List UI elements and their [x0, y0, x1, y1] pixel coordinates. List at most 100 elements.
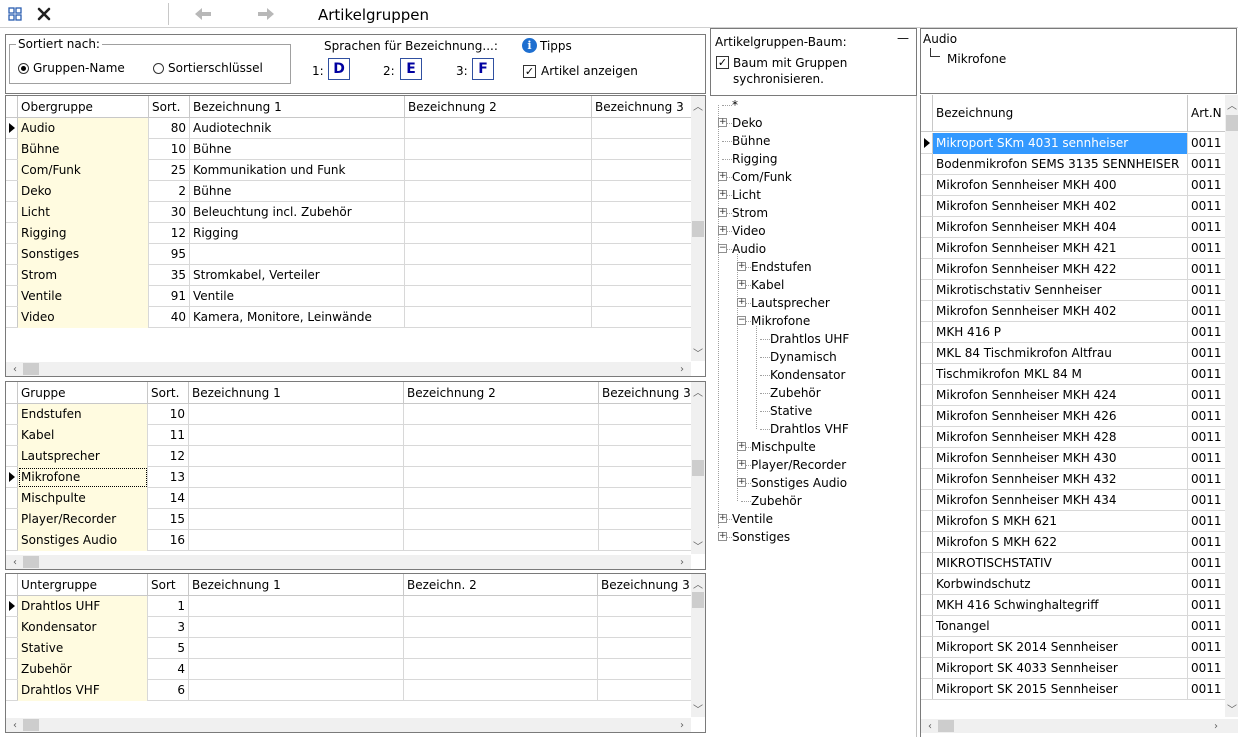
- tree-node[interactable]: Lautsprecher: [751, 294, 830, 312]
- table-cell[interactable]: Kondensator: [18, 617, 148, 638]
- list-item[interactable]: Mikroport SK 2015 Sennheiser 0011: [921, 679, 1225, 700]
- table-cell[interactable]: 95: [149, 244, 190, 265]
- tree-node[interactable]: Sonstiges Audio: [751, 474, 847, 492]
- table-cell[interactable]: [405, 307, 592, 328]
- table-cell[interactable]: Video: [18, 307, 149, 328]
- table-cell[interactable]: Bühne: [18, 139, 149, 160]
- list-item[interactable]: Bodenmikrofon SEMS 3135 SENNHEISER 0011: [921, 154, 1225, 175]
- column-header[interactable]: Bezeichnung 3: [599, 382, 691, 404]
- table-cell[interactable]: 0011: [1188, 532, 1225, 553]
- column-header[interactable]: Bezeichnung 2: [404, 382, 599, 404]
- list-item[interactable]: Korbwindschutz 0011: [921, 574, 1225, 595]
- collapse-button[interactable]: —: [897, 31, 909, 45]
- table-row[interactable]: Zubehör 4: [6, 659, 691, 680]
- row-indicator[interactable]: [921, 490, 933, 510]
- row-indicator[interactable]: [921, 637, 933, 657]
- table-cell[interactable]: MKH 416 P: [933, 322, 1188, 343]
- row-indicator[interactable]: [6, 659, 18, 679]
- row-indicator[interactable]: [921, 448, 933, 468]
- row-indicator[interactable]: [6, 509, 18, 529]
- table-cell[interactable]: 0011: [1188, 553, 1225, 574]
- tree-node[interactable]: Rigging: [732, 150, 777, 168]
- table-cell[interactable]: [404, 425, 599, 446]
- expand-icon[interactable]: +: [737, 460, 746, 469]
- row-indicator[interactable]: [6, 638, 18, 658]
- table-cell[interactable]: Mikroport SK 2014 Sennheiser: [933, 637, 1188, 658]
- column-header[interactable]: Art.N: [1188, 95, 1225, 132]
- table-cell[interactable]: 13: [148, 467, 189, 488]
- table-cell[interactable]: Lautsprecher: [18, 446, 148, 467]
- tree-node[interactable]: Bühne: [732, 132, 770, 150]
- scroll-right-icon[interactable]: ›: [675, 362, 689, 376]
- table-cell[interactable]: [404, 467, 599, 488]
- row-indicator[interactable]: [921, 196, 933, 216]
- table-cell[interactable]: 0011: [1188, 427, 1225, 448]
- list-item[interactable]: Mikrofon Sennheiser MKH 402 0011: [921, 301, 1225, 322]
- scroll-thumb[interactable]: [23, 363, 39, 375]
- table-cell[interactable]: Mikroport SK 2015 Sennheiser: [933, 679, 1188, 700]
- table-row[interactable]: Drahtlos UHF 1: [6, 596, 691, 617]
- tree-node[interactable]: Endstufen: [751, 258, 812, 276]
- table-cell[interactable]: [189, 509, 404, 530]
- expand-icon[interactable]: +: [718, 514, 727, 523]
- table-cell[interactable]: [598, 617, 691, 638]
- list-item[interactable]: Mikrofon Sennheiser MKH 428 0011: [921, 427, 1225, 448]
- table-cell[interactable]: [598, 638, 691, 659]
- sort-radio-group-name[interactable]: Gruppen-Name: [18, 61, 125, 75]
- table-cell[interactable]: [404, 617, 598, 638]
- table-cell[interactable]: [404, 488, 599, 509]
- table-cell[interactable]: [189, 467, 404, 488]
- row-indicator[interactable]: [921, 406, 933, 426]
- list-item[interactable]: MKL 84 Tischmikrofon Altfrau 0011: [921, 343, 1225, 364]
- row-indicator[interactable]: [6, 202, 18, 222]
- row-indicator[interactable]: [921, 532, 933, 552]
- table-row[interactable]: Kabel 11: [6, 425, 691, 446]
- table-cell[interactable]: 16: [148, 530, 189, 551]
- list-item[interactable]: Mikrofon S MKH 622 0011: [921, 532, 1225, 553]
- table-cell[interactable]: [404, 680, 598, 701]
- row-indicator[interactable]: [6, 286, 18, 306]
- column-header[interactable]: Bezeichnung 2: [405, 96, 592, 118]
- row-indicator[interactable]: [921, 280, 933, 300]
- table-cell[interactable]: [598, 596, 691, 617]
- expand-icon[interactable]: +: [737, 280, 746, 289]
- table-cell[interactable]: 0011: [1188, 133, 1225, 154]
- table-cell[interactable]: [592, 202, 691, 223]
- list-item[interactable]: Mikroport SK 2014 Sennheiser 0011: [921, 637, 1225, 658]
- table-cell[interactable]: [599, 446, 691, 467]
- table-cell[interactable]: [592, 286, 691, 307]
- list-item[interactable]: Mikroport SK 4033 Sennheiser 0011: [921, 658, 1225, 679]
- table-cell[interactable]: Sonstiges Audio: [18, 530, 148, 551]
- column-header[interactable]: Obergruppe: [18, 96, 149, 118]
- list-item[interactable]: Mikrofon Sennheiser MKH 432 0011: [921, 469, 1225, 490]
- table-cell[interactable]: 0011: [1188, 595, 1225, 616]
- scroll-left-icon[interactable]: ‹: [8, 362, 22, 376]
- table-cell[interactable]: [405, 118, 592, 139]
- list-item[interactable]: MKH 416 P 0011: [921, 322, 1225, 343]
- table-cell[interactable]: Bühne: [190, 181, 405, 202]
- table-row[interactable]: Bühne 10 Bühne: [6, 139, 691, 160]
- table-cell[interactable]: Drahtlos VHF: [18, 680, 148, 701]
- table-cell[interactable]: [592, 244, 691, 265]
- list-item[interactable]: Mikrofon Sennheiser MKH 422 0011: [921, 259, 1225, 280]
- tree-node[interactable]: Zubehör: [751, 492, 802, 510]
- row-indicator[interactable]: [6, 223, 18, 243]
- table-cell[interactable]: [592, 118, 691, 139]
- table-cell[interactable]: [189, 530, 404, 551]
- table-cell[interactable]: 0011: [1188, 343, 1225, 364]
- table-cell[interactable]: [405, 181, 592, 202]
- scroll-thumb[interactable]: [1226, 115, 1238, 131]
- list-item[interactable]: Tischmikrofon MKL 84 M 0011: [921, 364, 1225, 385]
- tree-node[interactable]: Mischpulte: [751, 438, 816, 456]
- gruppe-hscroll[interactable]: ‹ ›: [6, 555, 691, 569]
- table-cell[interactable]: [404, 638, 598, 659]
- column-header[interactable]: Gruppe: [18, 382, 148, 404]
- tree-node[interactable]: Drahtlos UHF: [770, 330, 849, 348]
- table-cell[interactable]: 0011: [1188, 574, 1225, 595]
- table-cell[interactable]: Mikroport SKm 4031 sennheiser: [933, 133, 1188, 154]
- scroll-down-icon[interactable]: ﹀: [691, 701, 705, 715]
- table-cell[interactable]: 35: [149, 265, 190, 286]
- table-cell[interactable]: Mikroport SK 4033 Sennheiser: [933, 658, 1188, 679]
- column-header[interactable]: Bezeichnung 1: [189, 574, 404, 596]
- table-row[interactable]: Kondensator 3: [6, 617, 691, 638]
